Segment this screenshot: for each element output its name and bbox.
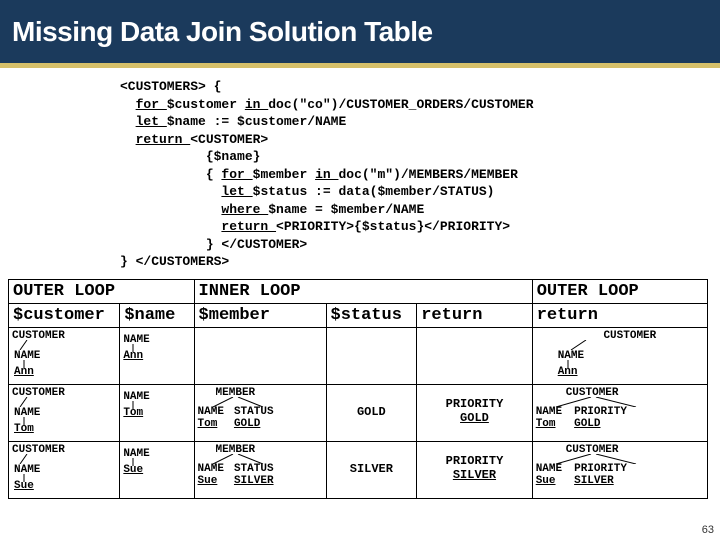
table-row: CUSTOMER NAME Sue NAME Sue MEMBER NAMESu… [9, 442, 708, 499]
col-name: $name [120, 304, 194, 328]
cell-status-tom: GOLD [326, 385, 417, 442]
cell-name-tom: NAME Tom [120, 385, 194, 442]
table-row: CUSTOMER NAME Ann NAME Ann CUSTOMER NAME [9, 328, 708, 385]
cell-member-sue: MEMBER NAMESue STATUSSILVER [194, 442, 326, 499]
cell-inner-return-sue: PRIORITY SILVER [417, 442, 532, 499]
cell-name-sue: NAME Sue [120, 442, 194, 499]
cell-member-tom: MEMBER NAMETom STATUSGOLD [194, 385, 326, 442]
solution-table: OUTER LOOP INNER LOOP OUTER LOOP $custom… [8, 279, 708, 499]
cell-inner-return-tom: PRIORITY GOLD [417, 385, 532, 442]
header-outer-loop-1: OUTER LOOP [9, 280, 195, 304]
table-header-row-2: $customer $name $member $status return r… [9, 304, 708, 328]
table-header-row-1: OUTER LOOP INNER LOOP OUTER LOOP [9, 280, 708, 304]
cell-name-ann: NAME Ann [120, 328, 194, 385]
cell-customer-sue: CUSTOMER NAME Sue [9, 442, 120, 499]
cell-customer-ann: CUSTOMER NAME Ann [9, 328, 120, 385]
xquery-code: <CUSTOMERS> { for $customer in doc("co")… [120, 78, 720, 271]
col-outer-return: return [532, 304, 707, 328]
page-number: 63 [702, 524, 714, 536]
cell-outer-return-ann: CUSTOMER NAME Ann [532, 328, 707, 385]
cell-outer-return-tom: CUSTOMER NAMETom PRIORITYGOLD [532, 385, 707, 442]
cell-status-sue: SILVER [326, 442, 417, 499]
slide-title: Missing Data Join Solution Table [12, 16, 433, 48]
cell-inner-return-ann [417, 328, 532, 385]
header-outer-loop-2: OUTER LOOP [532, 280, 707, 304]
col-customer: $customer [9, 304, 120, 328]
cell-outer-return-sue: CUSTOMER NAMESue PRIORITYSILVER [532, 442, 707, 499]
cell-customer-tom: CUSTOMER NAME Tom [9, 385, 120, 442]
cell-member-ann [194, 328, 326, 385]
col-status: $status [326, 304, 417, 328]
table-row: CUSTOMER NAME Tom NAME Tom MEMBER NAMETo… [9, 385, 708, 442]
col-inner-return: return [417, 304, 532, 328]
cell-status-ann [326, 328, 417, 385]
slide-header: Missing Data Join Solution Table [0, 0, 720, 68]
col-member: $member [194, 304, 326, 328]
header-inner-loop: INNER LOOP [194, 280, 532, 304]
